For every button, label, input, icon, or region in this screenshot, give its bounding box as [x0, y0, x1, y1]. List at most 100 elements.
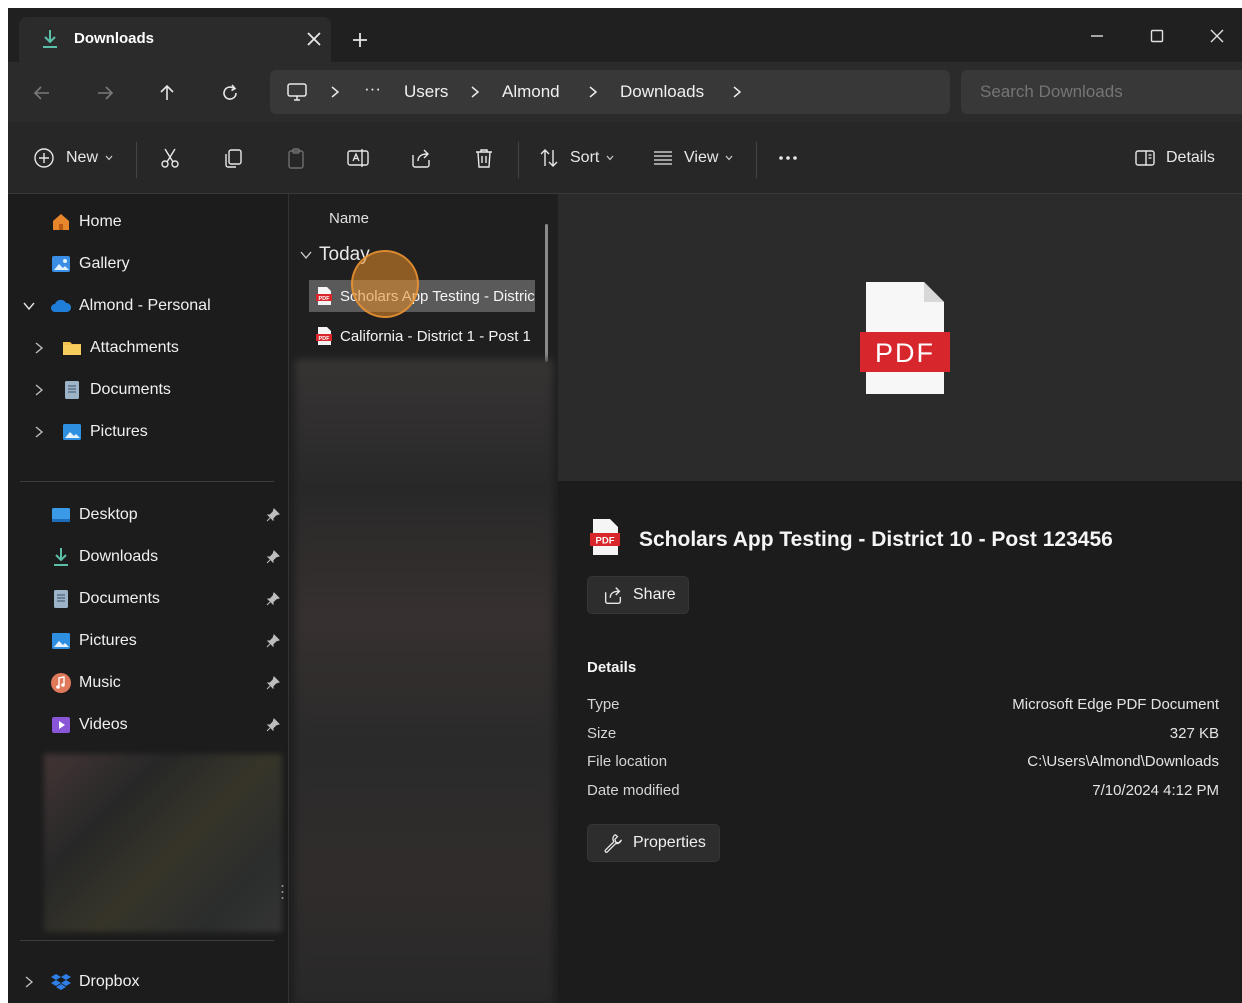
sidebar-item-music[interactable]: Music — [50, 668, 121, 698]
copy-icon — [225, 149, 242, 168]
breadcrumb-almond[interactable]: Almond — [502, 82, 560, 102]
dropbox-icon — [51, 974, 71, 990]
breadcrumb-ellipsis[interactable]: ··· — [364, 79, 381, 99]
share-button[interactable]: Share — [587, 576, 689, 614]
trash-icon — [476, 149, 492, 168]
search-box[interactable] — [961, 70, 1242, 114]
chevron-right-icon[interactable] — [730, 83, 744, 101]
delete-button[interactable] — [472, 144, 496, 172]
new-tab-icon[interactable] — [348, 28, 372, 52]
toolbar-divider — [136, 142, 137, 178]
documents-icon — [65, 381, 79, 399]
sidebar-item-pictures[interactable]: Pictures — [50, 626, 137, 656]
music-icon — [51, 673, 71, 693]
chevron-right-icon[interactable] — [586, 83, 600, 101]
file-list-scrollbar[interactable] — [545, 224, 548, 362]
refresh-icon — [223, 84, 237, 100]
sidebar-item-videos[interactable]: Videos — [50, 710, 128, 740]
detail-value: 327 KB — [1169, 725, 1219, 742]
sidebar-item-home[interactable]: Home — [50, 207, 122, 237]
details-label: Details — [1166, 149, 1215, 166]
sidebar-item-onedrive-pictures[interactable]: Pictures — [61, 417, 148, 447]
details-pane-button[interactable]: Details — [1134, 144, 1215, 172]
file-icon-label: PDF — [596, 536, 615, 547]
refresh-button[interactable] — [213, 76, 247, 110]
sidebar-item-dropbox[interactable]: Dropbox — [50, 967, 139, 997]
detail-value: 7/10/2024 4:12 PM — [1092, 782, 1219, 799]
copy-button[interactable] — [221, 144, 245, 172]
pane-resize-handle[interactable] — [281, 884, 284, 900]
pin-icon[interactable] — [266, 634, 280, 648]
sidebar-item-onedrive[interactable]: Almond - Personal — [50, 291, 211, 321]
share-label: Share — [633, 586, 676, 603]
pin-icon[interactable] — [266, 550, 280, 564]
rename-button[interactable] — [346, 144, 370, 172]
new-button[interactable]: New — [33, 144, 114, 172]
more-options-button[interactable] — [776, 144, 800, 172]
list-view-icon — [654, 151, 672, 165]
details-pane-icon — [1135, 150, 1155, 166]
file-row[interactable]: PDF California - District 1 - Post 1 — [309, 320, 535, 352]
file-preview: PDF — [558, 194, 1242, 481]
wrench-icon — [604, 834, 622, 853]
close-tab-icon[interactable] — [303, 28, 325, 50]
title-bar: Downloads — [8, 8, 1242, 62]
chevron-right-icon[interactable] — [32, 383, 46, 397]
tab-downloads[interactable]: Downloads — [19, 17, 331, 62]
detail-key: Type — [587, 696, 620, 713]
pdf-file-icon: PDF — [316, 287, 332, 305]
file-explorer-window: Downloads ··· Users Almond Downloads Sea… — [8, 8, 1242, 1003]
sidebar-item-documents[interactable]: Documents — [50, 584, 160, 614]
pin-icon[interactable] — [266, 718, 280, 732]
pdf-file-icon: PDF — [860, 282, 950, 394]
properties-button[interactable]: Properties — [587, 824, 720, 862]
sidebar-item-label: Downloads — [79, 548, 159, 565]
download-icon — [54, 548, 68, 566]
back-button[interactable] — [25, 76, 59, 110]
address-bar[interactable]: ··· Users Almond Downloads — [270, 70, 950, 114]
chevron-right-icon[interactable] — [32, 425, 46, 439]
file-row-selected[interactable]: PDF Scholars App Testing - District 10 -… — [309, 280, 535, 312]
chevron-right-icon[interactable] — [468, 83, 482, 101]
paste-button[interactable] — [284, 144, 308, 172]
column-header-name[interactable]: Name — [329, 210, 369, 227]
share-toolbar-button[interactable] — [409, 144, 433, 172]
view-button[interactable]: View — [652, 144, 734, 172]
chevron-down-icon — [606, 155, 614, 161]
breadcrumb-users[interactable]: Users — [404, 82, 448, 102]
detail-row-size: Size 327 KB — [587, 725, 1219, 747]
chevron-right-icon[interactable] — [32, 341, 46, 355]
details-pane: PDF PDF Scholars App Testing - District … — [558, 194, 1242, 1003]
pin-icon[interactable] — [266, 676, 280, 690]
file-list: Name Today PDF Scholars App Testing - Di… — [288, 194, 558, 1003]
pdf-file-icon: PDF — [316, 327, 332, 345]
chevron-right-icon[interactable] — [22, 975, 36, 989]
close-window-button[interactable] — [1194, 16, 1240, 56]
pin-icon[interactable] — [266, 508, 280, 522]
search-input[interactable] — [961, 70, 1242, 114]
sort-button[interactable]: Sort — [538, 144, 615, 172]
sidebar-item-gallery[interactable]: Gallery — [50, 249, 130, 279]
sidebar-item-desktop[interactable]: Desktop — [50, 500, 138, 530]
detail-row-location: File location C:\Users\Almond\Downloads — [587, 753, 1219, 775]
minimize-button[interactable] — [1074, 16, 1120, 56]
detail-row-date-modified: Date modified 7/10/2024 4:12 PM — [587, 782, 1219, 804]
chevron-down-icon[interactable] — [22, 299, 36, 313]
chevron-right-icon[interactable] — [328, 83, 342, 101]
detail-row-type: Type Microsoft Edge PDF Document — [587, 696, 1219, 718]
this-pc-icon[interactable] — [286, 81, 308, 103]
sidebar-item-downloads[interactable]: Downloads — [50, 542, 158, 572]
cut-button[interactable] — [158, 144, 182, 172]
breadcrumb-downloads[interactable]: Downloads — [620, 82, 704, 102]
pin-icon[interactable] — [266, 592, 280, 606]
preview-pdf-label: PDF — [875, 338, 935, 368]
properties-label: Properties — [633, 834, 706, 851]
forward-button[interactable] — [88, 76, 122, 110]
maximize-button[interactable] — [1134, 16, 1180, 56]
detail-value[interactable]: C:\Users\Almond\Downloads — [1027, 753, 1219, 770]
sidebar-item-onedrive-documents[interactable]: Documents — [61, 375, 171, 405]
maximize-icon — [1150, 29, 1164, 43]
up-button[interactable] — [150, 76, 184, 110]
paste-icon — [288, 148, 304, 169]
sidebar-item-attachments[interactable]: Attachments — [61, 333, 179, 363]
